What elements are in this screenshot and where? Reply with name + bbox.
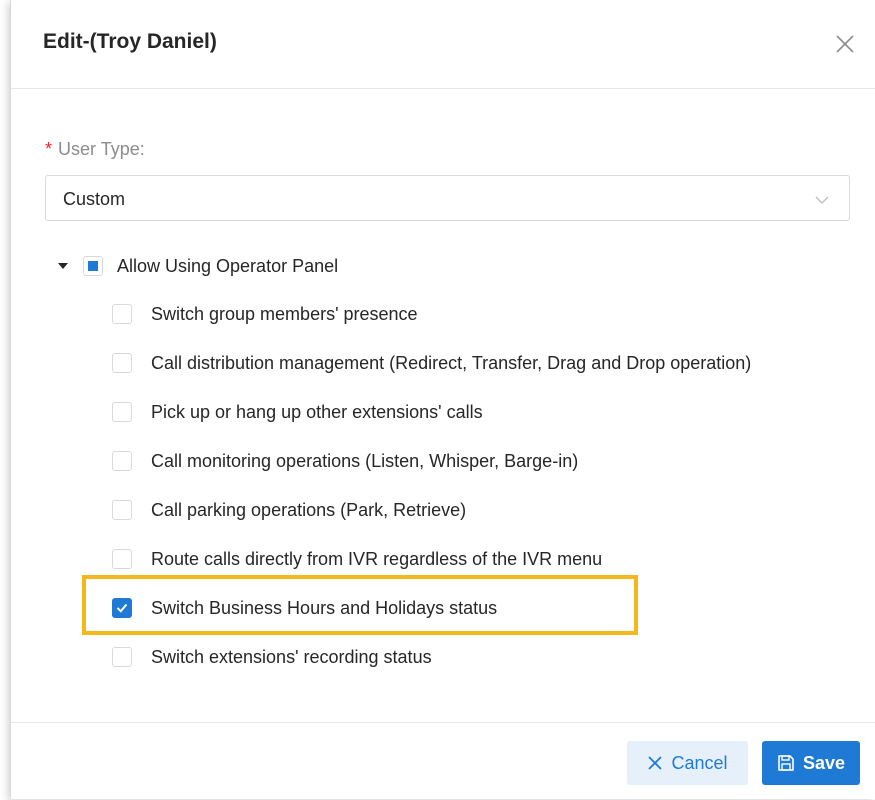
permission-item[interactable]: Switch group members' presence — [112, 301, 418, 327]
user-type-select[interactable]: Custom — [45, 175, 850, 221]
permission-checkbox[interactable] — [112, 304, 132, 324]
operator-panel-label: Allow Using Operator Panel — [117, 255, 339, 276]
permission-item[interactable]: Switch Business Hours and Holidays statu… — [112, 595, 497, 621]
permission-checkbox[interactable] — [112, 500, 132, 520]
permission-item[interactable]: Call monitoring operations (Listen, Whis… — [112, 448, 578, 474]
permission-checkbox[interactable] — [112, 549, 132, 569]
dialog-title: Edit-(Troy Daniel) — [43, 30, 217, 53]
save-icon — [778, 755, 794, 771]
required-mark: * — [45, 139, 53, 159]
permission-checkbox[interactable] — [112, 402, 132, 422]
user-type-label-text: User Type — [58, 139, 140, 159]
caret-down-icon[interactable] — [58, 263, 68, 269]
permission-label: Route calls directly from IVR regardless… — [151, 548, 603, 569]
cancel-button[interactable]: Cancel — [627, 741, 748, 785]
permission-label: Switch extensions' recording status — [151, 646, 432, 667]
chevron-down-icon — [815, 192, 829, 204]
permission-checkbox[interactable] — [112, 451, 132, 471]
permission-item[interactable]: Call distribution management (Redirect, … — [112, 350, 751, 376]
close-icon — [648, 756, 663, 770]
close-icon[interactable] — [834, 33, 856, 55]
cancel-label: Cancel — [671, 752, 728, 773]
permission-label: Pick up or hang up other extensions' cal… — [151, 401, 483, 422]
permission-label: Call monitoring operations (Listen, Whis… — [151, 450, 579, 471]
save-label: Save — [802, 752, 846, 773]
permission-item[interactable]: Route calls directly from IVR regardless… — [112, 546, 602, 572]
dialog-footer: Cancel Save — [11, 722, 875, 800]
permission-label: Call distribution management (Redirect, … — [151, 352, 752, 373]
permission-item[interactable]: Switch extensions' recording status — [112, 644, 432, 670]
check-icon — [116, 603, 128, 613]
permission-item[interactable]: Call parking operations (Park, Retrieve) — [112, 497, 466, 523]
user-type-value: Custom — [63, 189, 126, 209]
user-type-label-colon: : — [139, 139, 145, 159]
tree-node-operator-panel: Allow Using Operator Panel — [58, 253, 338, 279]
operator-panel-checkbox[interactable] — [83, 256, 103, 276]
permission-checkbox[interactable] — [112, 647, 132, 667]
permission-checkbox-checked[interactable] — [112, 598, 132, 618]
permission-label: Switch group members' presence — [151, 303, 418, 324]
user-type-label: * User Type: — [45, 139, 145, 160]
permission-checkbox[interactable] — [112, 353, 132, 373]
dialog-header: Edit-(Troy Daniel) — [11, 0, 875, 89]
permission-label: Call parking operations (Park, Retrieve) — [151, 499, 467, 520]
edit-user-dialog: Edit-(Troy Daniel) * User Type: Custom Al… — [10, 0, 875, 799]
permission-label: Switch Business Hours and Holidays statu… — [151, 597, 498, 618]
permission-item[interactable]: Pick up or hang up other extensions' cal… — [112, 399, 483, 425]
save-button[interactable]: Save — [762, 741, 860, 785]
